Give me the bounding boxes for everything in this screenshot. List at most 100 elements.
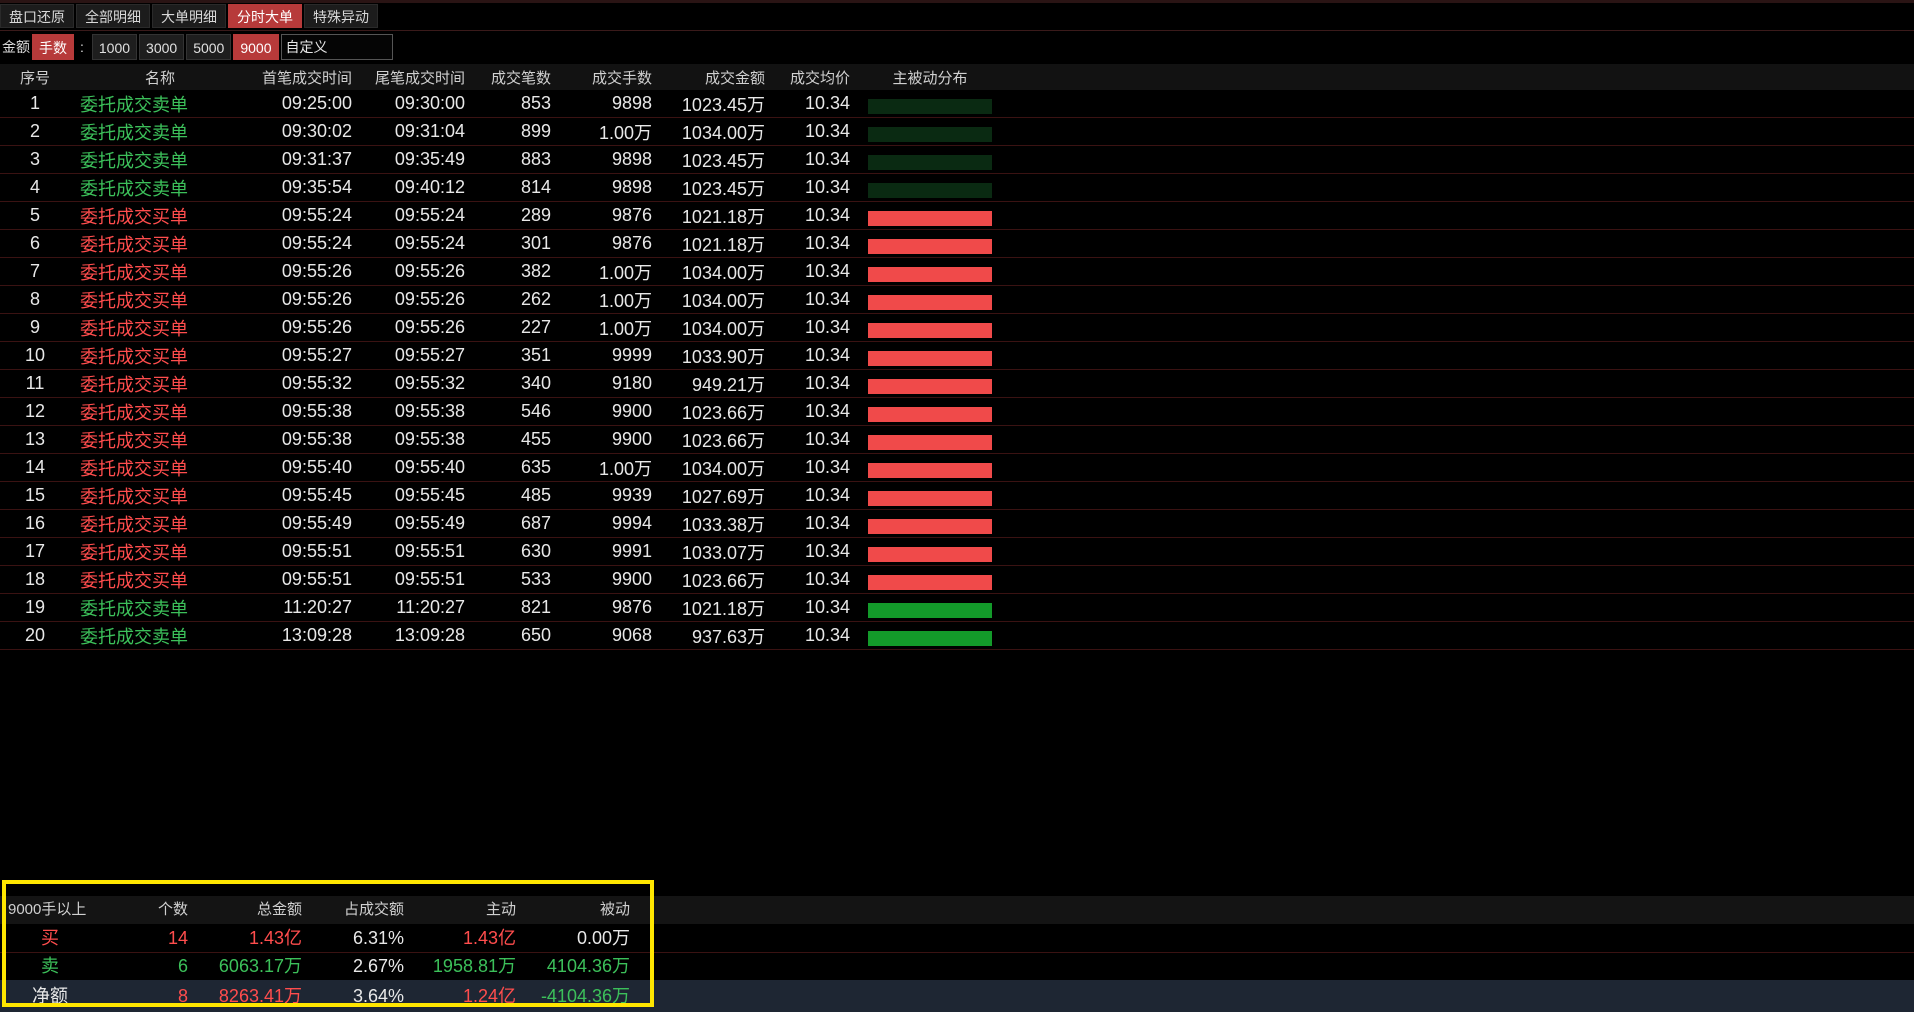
table-row[interactable]: 16 委托成交买单 09:55:49 09:55:49 687 9994 1033.38万 1… (0, 510, 1914, 538)
table-row[interactable]: 10 委托成交买单 09:55:27 09:55:27 351 9999 1033.90万 1… (0, 342, 1914, 370)
row-first-time: 09:55:49 (281, 513, 352, 533)
row-avg-price: 10.34 (804, 401, 850, 421)
row-last-time: 09:55:38 (394, 401, 465, 421)
amount-toggle[interactable]: 金额 (0, 37, 32, 57)
row-amount: 949.21万 (691, 374, 765, 395)
distribution-bar (868, 266, 992, 282)
row-volume: 9898 (611, 177, 652, 197)
row-count: 821 (520, 597, 551, 617)
row-count: 814 (520, 177, 551, 197)
row-last-time: 09:55:26 (394, 289, 465, 309)
distribution-bar (868, 462, 992, 478)
header-count[interactable]: 成交笔数 (470, 67, 551, 88)
row-distribution (868, 458, 992, 478)
row-avg-price: 10.34 (804, 317, 850, 337)
table-row[interactable]: 20 委托成交卖单 13:09:28 13:09:28 650 9068 937.63万 10… (0, 622, 1914, 650)
header-last-time[interactable]: 尾笔成交时间 (360, 67, 465, 88)
row-first-time: 09:55:32 (281, 373, 352, 393)
table-row[interactable]: 5 委托成交买单 09:55:24 09:55:24 289 9876 1021.18万 10… (0, 202, 1914, 230)
row-name: 委托成交买单 (80, 206, 188, 227)
row-name: 委托成交卖单 (80, 626, 188, 647)
header-name[interactable]: 名称 (80, 67, 240, 88)
row-avg-price: 10.34 (804, 93, 850, 113)
table-row[interactable]: 9 委托成交买单 09:55:26 09:55:26 227 1.00万 1034.00万 1… (0, 314, 1914, 342)
row-distribution (868, 178, 992, 198)
row-amount: 1033.38万 (681, 514, 765, 535)
threshold-1000-button[interactable]: 1000 (91, 34, 138, 60)
row-amount: 1034.00万 (681, 458, 765, 479)
header-avg-price[interactable]: 成交均价 (770, 67, 850, 88)
tab-order-book-replay[interactable]: 盘口还原 (0, 4, 74, 28)
row-seq: 11 (25, 373, 45, 393)
distribution-bar (868, 434, 992, 450)
row-avg-price: 10.34 (804, 261, 850, 281)
table-row[interactable]: 4 委托成交卖单 09:35:54 09:40:12 814 9898 1023.45万 10… (0, 174, 1914, 202)
row-amount: 1023.45万 (681, 178, 765, 199)
table-row[interactable]: 7 委托成交买单 09:55:26 09:55:26 382 1.00万 1034.00万 1… (0, 258, 1914, 286)
row-name: 委托成交卖单 (80, 178, 188, 199)
table-row[interactable]: 15 委托成交买单 09:55:45 09:55:45 485 9939 1027.69万 1… (0, 482, 1914, 510)
table-row[interactable]: 11 委托成交买单 09:55:32 09:55:32 340 9180 949.21万 10… (0, 370, 1914, 398)
row-seq: 9 (29, 317, 40, 337)
row-volume: 9991 (611, 541, 652, 561)
filter-bar: 金额 手数 : 1000 3000 5000 9000 (0, 33, 393, 61)
table-row[interactable]: 2 委托成交卖单 09:30:02 09:31:04 899 1.00万 1034.00万 1… (0, 118, 1914, 146)
row-avg-price: 10.34 (804, 485, 850, 505)
distribution-bar (868, 350, 992, 366)
row-distribution (868, 542, 992, 562)
row-count: 899 (520, 121, 551, 141)
row-seq: 19 (24, 597, 46, 617)
table-row[interactable]: 3 委托成交卖单 09:31:37 09:35:49 883 9898 1023.45万 10… (0, 146, 1914, 174)
distribution-bar (868, 630, 992, 646)
tab-special-movements[interactable]: 特殊异动 (304, 4, 378, 28)
tab-large-order-details[interactable]: 大单明细 (152, 4, 226, 28)
header-amount[interactable]: 成交金额 (660, 67, 765, 88)
top-border (0, 0, 1914, 3)
row-last-time: 09:55:26 (394, 317, 465, 337)
header-volume[interactable]: 成交手数 (560, 67, 652, 88)
row-name: 委托成交买单 (80, 430, 188, 451)
distribution-bar (868, 490, 992, 506)
row-avg-price: 10.34 (804, 597, 850, 617)
table-row[interactable]: 14 委托成交买单 09:55:40 09:55:40 635 1.00万 1034.00万… (0, 454, 1914, 482)
table-row[interactable]: 12 委托成交买单 09:55:38 09:55:38 546 9900 1023.66万 1… (0, 398, 1914, 426)
row-seq: 2 (29, 121, 40, 141)
table-row[interactable]: 8 委托成交买单 09:55:26 09:55:26 262 1.00万 1034.00万 1… (0, 286, 1914, 314)
row-distribution (868, 234, 992, 254)
threshold-9000-button[interactable]: 9000 (233, 34, 279, 60)
row-avg-price: 10.34 (804, 149, 850, 169)
threshold-5000-button[interactable]: 5000 (186, 34, 232, 60)
row-avg-price: 10.34 (804, 625, 850, 645)
table-header: 序号 名称 首笔成交时间 尾笔成交时间 成交笔数 成交手数 成交金额 成交均价 … (0, 64, 1914, 90)
row-avg-price: 10.34 (804, 513, 850, 533)
tab-intraday-large-orders[interactable]: 分时大单 (228, 4, 302, 28)
row-first-time: 09:55:40 (281, 457, 352, 477)
row-last-time: 09:35:49 (394, 149, 465, 169)
header-first-time[interactable]: 首笔成交时间 (230, 67, 352, 88)
row-avg-price: 10.34 (804, 429, 850, 449)
orders-table: 序号 名称 首笔成交时间 尾笔成交时间 成交笔数 成交手数 成交金额 成交均价 … (0, 64, 1914, 650)
threshold-3000-button[interactable]: 3000 (139, 34, 185, 60)
tab-all-details[interactable]: 全部明细 (76, 4, 150, 28)
custom-threshold-input[interactable] (280, 34, 393, 60)
table-row[interactable]: 17 委托成交买单 09:55:51 09:55:51 630 9991 1033.07万 1… (0, 538, 1914, 566)
row-seq: 14 (24, 457, 46, 477)
row-amount: 1034.00万 (681, 318, 765, 339)
row-last-time: 09:55:32 (394, 373, 465, 393)
header-seq[interactable]: 序号 (0, 67, 70, 88)
row-distribution (868, 486, 992, 506)
header-distribution[interactable]: 主被动分布 (868, 67, 992, 88)
hands-toggle[interactable]: 手数 (32, 34, 74, 60)
table-row[interactable]: 18 委托成交买单 09:55:51 09:55:51 533 9900 1023.66万 1… (0, 566, 1914, 594)
table-row[interactable]: 1 委托成交卖单 09:25:00 09:30:00 853 9898 1023.45万 10… (0, 90, 1914, 118)
row-amount: 1034.00万 (681, 290, 765, 311)
row-count: 485 (520, 485, 551, 505)
row-distribution (868, 626, 992, 646)
table-row[interactable]: 19 委托成交卖单 11:20:27 11:20:27 821 9876 1021.18万 1… (0, 594, 1914, 622)
row-distribution (868, 290, 992, 310)
row-first-time: 09:55:51 (281, 541, 352, 561)
table-row[interactable]: 13 委托成交买单 09:55:38 09:55:38 455 9900 1023.66万 1… (0, 426, 1914, 454)
row-first-time: 09:55:26 (281, 317, 352, 337)
divider (0, 30, 1914, 31)
table-row[interactable]: 6 委托成交买单 09:55:24 09:55:24 301 9876 1021.18万 10… (0, 230, 1914, 258)
